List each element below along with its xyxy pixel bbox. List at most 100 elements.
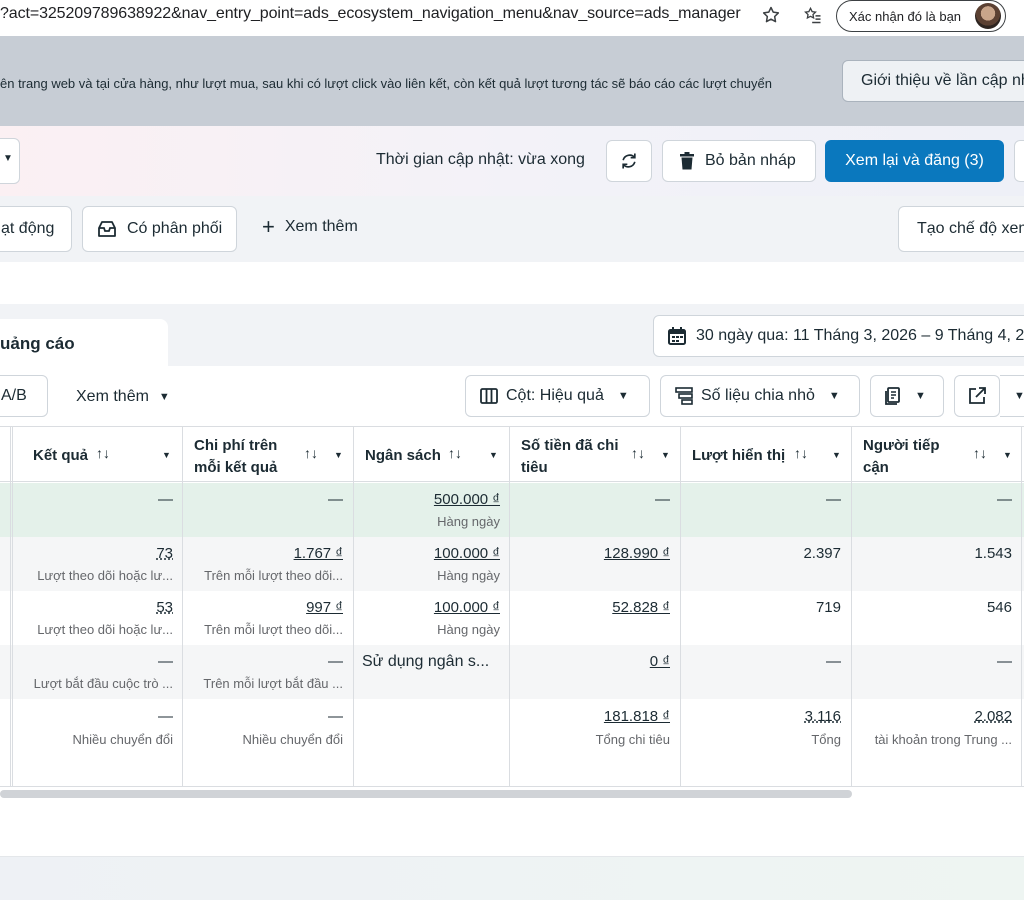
see-more-label: Xem thêm: [76, 388, 149, 405]
cell-results: —: [158, 491, 173, 508]
inbox-icon: [98, 221, 116, 237]
columns-label: Cột: Hiệu quả: [506, 387, 604, 404]
date-range-button[interactable]: 30 ngày qua: 11 Tháng 3, 2026 – 9 Tháng …: [653, 315, 1024, 357]
horizontal-scrollbar[interactable]: [0, 790, 852, 798]
refresh-button[interactable]: [606, 140, 652, 182]
more-menu-icon[interactable]: ·: [1014, 4, 1024, 26]
create-view-label: Tạo chế độ xem: [917, 220, 1024, 237]
cell-budget[interactable]: 100.000 ₫: [353, 598, 500, 618]
discard-draft-button[interactable]: Bỏ bản nháp: [662, 140, 816, 182]
profile-chip[interactable]: Xác nhận đó là bạn: [836, 0, 1006, 32]
cell-impressions: —: [826, 491, 841, 508]
caret-down-icon: ▼: [915, 390, 926, 402]
cell-results-sub: Lượt theo dõi hoặc lư...: [37, 568, 173, 583]
banner-text: ên trang web và tại cửa hàng, như lượt m…: [0, 76, 772, 91]
cell-cost-sub: Trên mỗi lượt theo dõi...: [204, 622, 343, 637]
caret-down-icon: ▼: [158, 391, 170, 403]
more-filters-button[interactable]: + Xem thêm: [262, 214, 358, 239]
review-publish-button[interactable]: Xem lại và đăng (3): [825, 140, 1004, 182]
caret-down-icon: ▼: [334, 450, 343, 460]
filter-bar: ạt động Có phân phối + Xem thêm Tạo chế …: [0, 196, 1024, 262]
cell-spent: 52.828 ₫: [612, 599, 670, 616]
caret-down-icon: ▼: [1003, 450, 1012, 460]
sort-icon: ↑↓: [631, 445, 645, 461]
account-dropdown[interactable]: ▼: [0, 138, 20, 184]
header-amount-spent[interactable]: Số tiền đã chi tiêu ↑↓ ▼: [509, 426, 680, 482]
header-cost-per-result[interactable]: Chi phí trên mỗi kết quả ↑↓ ▼: [182, 426, 353, 482]
bookmark-star-icon[interactable]: [760, 4, 782, 26]
breakdown-button[interactable]: Số liệu chia nhỏ ▼: [660, 375, 860, 417]
breakdown-label: Số liệu chia nhỏ: [701, 387, 815, 404]
export-button[interactable]: [954, 375, 1000, 417]
ab-label: A/B: [1, 387, 27, 404]
cell-impressions: —: [826, 653, 841, 670]
caret-down-icon: ▼: [1014, 390, 1024, 402]
cell-spent: 0 ₫: [649, 653, 670, 670]
sort-icon: ↑↓: [794, 445, 808, 461]
see-more-button[interactable]: Xem thêm ▼: [76, 388, 170, 406]
filter-delivery-chip[interactable]: Có phân phối: [82, 206, 237, 252]
total-cost-sub: Nhiều chuyển đổi: [242, 732, 343, 747]
info-banner: ên trang web và tại cửa hàng, như lượt m…: [0, 36, 1024, 126]
cell-reach: —: [997, 491, 1012, 508]
cell-impressions: 2.397: [803, 545, 841, 562]
cell-budget[interactable]: Sử dụng ngân s...: [362, 652, 502, 672]
date-range-label: 30 ngày qua: 11 Tháng 3, 2026 – 9 Tháng …: [696, 327, 1024, 344]
tab-ads-label: uảng cáo: [0, 334, 75, 353]
profile-label: Xác nhận đó là bạn: [849, 8, 962, 24]
sort-icon: ↑↓: [304, 445, 318, 461]
cell-results-sub: Lượt bắt đầu cuộc trò ...: [33, 676, 173, 691]
total-cost: —: [328, 708, 343, 725]
ab-test-button[interactable]: A/B: [0, 375, 48, 417]
caret-down-icon: ▼: [832, 450, 841, 460]
sort-icon: ↑↓: [96, 445, 110, 461]
caret-down-icon: ▼: [162, 450, 171, 460]
editor-header: ▼ Thời gian cập nhật: vừa xong Bỏ bản nh…: [0, 126, 1024, 196]
learn-more-button[interactable]: Giới thiệu về lần cập nh: [842, 60, 1024, 102]
export-icon: [969, 387, 986, 404]
cell-budget[interactable]: 500.000 ₫: [353, 490, 500, 510]
chevron-down-icon: ▼: [3, 153, 13, 164]
cell-reach: —: [997, 653, 1012, 670]
total-spent: 181.818 ₫: [603, 708, 670, 725]
reading-list-icon[interactable]: [802, 4, 824, 26]
cell-budget-sub: Hàng ngày: [437, 568, 500, 583]
reports-button[interactable]: ▼: [870, 375, 944, 417]
sort-icon: ↑↓: [973, 445, 987, 461]
header-extra-button[interactable]: [1014, 140, 1024, 182]
header-reach[interactable]: Người tiếp cận ↑↓ ▼: [851, 426, 1021, 482]
refresh-icon: [622, 153, 636, 169]
cell-spent: 128.990 ₫: [603, 545, 670, 562]
more-filters-label: Xem thêm: [284, 218, 358, 235]
export-menu-button[interactable]: ▼: [1000, 375, 1024, 417]
table-toolbar: A/B Xem thêm ▼ Cột: Hiệu quả ▼ Số liệu c…: [0, 366, 1024, 428]
create-view-button[interactable]: Tạo chế độ xem: [898, 206, 1024, 252]
header-budget[interactable]: Ngân sách ↑↓ ▼: [353, 426, 509, 482]
cell-budget[interactable]: 100.000 ₫: [353, 544, 500, 564]
report-icon: [885, 387, 900, 405]
ads-table: Kết quả ↑↓ ▼ Chi phí trên mỗi kết quả ↑↓…: [0, 426, 1024, 788]
browser-toolbar: ?act=325209789638922&nav_entry_point=ads…: [0, 0, 1024, 32]
cell-reach: 546: [986, 599, 1012, 616]
header-impressions[interactable]: Lượt hiển thị ↑↓ ▼: [680, 426, 851, 482]
filter-active-chip[interactable]: ạt động: [0, 206, 72, 252]
cell-results: —: [158, 653, 173, 670]
caret-down-icon: ▼: [489, 450, 498, 460]
total-results: —: [158, 708, 173, 725]
footer-band: [0, 856, 1024, 900]
total-impressions: 3.116: [804, 708, 841, 725]
plus-icon: +: [262, 214, 275, 239]
avatar: [975, 3, 1001, 29]
update-time-label: Thời gian cập nhật: vừa xong: [376, 151, 585, 168]
total-impressions-sub: Tổng: [811, 732, 841, 747]
columns-button[interactable]: Cột: Hiệu quả ▼: [465, 375, 650, 417]
calendar-icon: [668, 327, 686, 345]
filter-delivery-label: Có phân phối: [127, 220, 223, 237]
trash-icon: [680, 152, 694, 170]
breakdown-icon: [675, 387, 693, 405]
cell-results: 53: [156, 599, 173, 616]
caret-down-icon: ▼: [617, 390, 629, 402]
header-results[interactable]: Kết quả ↑↓ ▼: [12, 426, 182, 482]
address-bar[interactable]: ?act=325209789638922&nav_entry_point=ads…: [0, 5, 741, 23]
cell-reach: 1.543: [974, 545, 1012, 562]
